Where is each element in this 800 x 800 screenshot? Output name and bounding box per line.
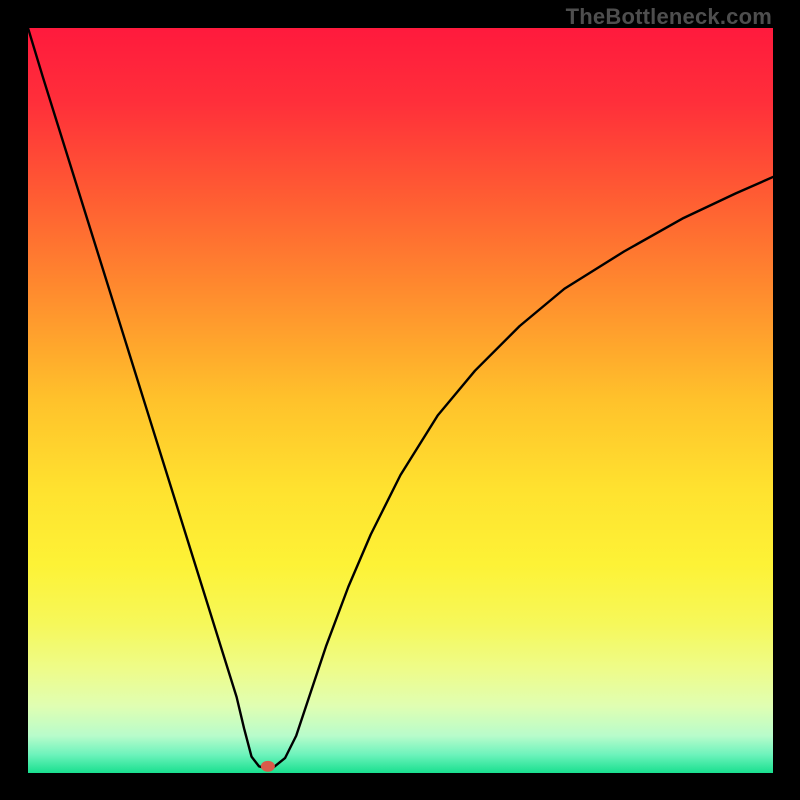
minimum-marker xyxy=(261,761,275,772)
gradient-background xyxy=(28,28,773,773)
plot-area xyxy=(28,28,773,773)
chart-frame: TheBottleneck.com xyxy=(0,0,800,800)
bottleneck-chart xyxy=(28,28,773,773)
watermark-text: TheBottleneck.com xyxy=(566,4,772,30)
